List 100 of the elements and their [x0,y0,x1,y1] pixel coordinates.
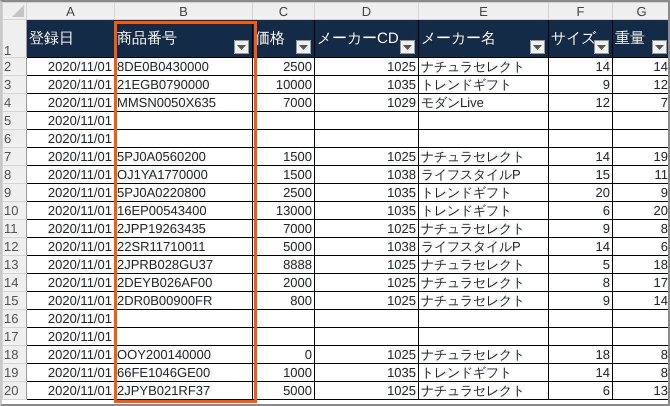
caret-icon [533,44,542,50]
table-cell: 14 [548,58,612,76]
row-number[interactable]: 1 [2,20,26,58]
table-cell: 1500 [252,148,314,166]
table-cell: 9 [548,292,612,310]
row-number[interactable]: 14 [2,274,26,292]
row-number[interactable]: 6 [2,130,26,148]
table-cell: 1025 [314,274,418,292]
table-cell: トレンドギフト [418,202,548,220]
table-cell: 12 [548,94,612,112]
table-cell: 13000 [252,202,314,220]
table-cell: ナチュラセレクト [418,292,548,310]
column-letter[interactable]: D [314,2,418,20]
table-cell: トレンドギフト [418,364,548,382]
table-cell: 10000 [252,76,314,94]
column-letter[interactable]: E [418,2,548,20]
table-cell: 1035 [314,76,418,94]
table-cell: 21EGB0790000 [114,76,252,94]
table-cell: OOY200140000 [114,346,252,364]
table-cell: 2DEYB026AF00 [114,274,252,292]
caret-icon [299,44,308,50]
column-letter[interactable]: F [548,2,612,20]
column-header: サイズ [551,30,596,47]
table-cell: 2JPRB028GU37 [114,256,252,274]
table-cell: トレンドギフト [418,76,548,94]
table-cell: 1025 [314,382,418,400]
table-cell: 5000 [252,238,314,256]
table-cell: 2JPP19263435 [114,220,252,238]
table-cell: ナチュラセレクト [418,274,548,292]
filter-button[interactable] [594,40,609,54]
row-number[interactable]: 20 [2,382,26,400]
table-cell: 6 [548,202,612,220]
table-cell: 0 [252,346,314,364]
table-cell: 1500 [252,166,314,184]
table-cell: 2500 [252,58,314,76]
row-number[interactable]: 8 [2,166,26,184]
table-cell: 1025 [314,220,418,238]
table-cell: 20 [548,184,612,202]
table-cell: 22SR11710011 [114,238,252,256]
table-cell: 1025 [314,256,418,274]
table-cell: 8DE0B0430000 [114,58,252,76]
column-letter[interactable]: C [252,2,314,20]
table-cell: 5000 [252,382,314,400]
table-cell: ライフスタイルP [418,166,548,184]
table-cell: 15 [548,166,612,184]
table-cell: 1025 [314,58,418,76]
row-number[interactable]: 16 [2,310,26,328]
filter-button[interactable] [400,40,415,54]
caret-icon [597,44,606,50]
column-header: 価格 [255,30,285,47]
row-number[interactable]: 10 [2,202,26,220]
filter-button[interactable] [296,40,311,54]
table-cell: ナチュラセレクト [418,256,548,274]
filter-button[interactable] [234,40,249,54]
table-cell: 2000 [252,274,314,292]
table-cell: 66FE1046GE00 [114,364,252,382]
column-header: 商品番号 [117,30,177,47]
row-number[interactable]: 15 [2,292,26,310]
table-cell: 7000 [252,220,314,238]
table-cell: 1025 [314,148,418,166]
row-number[interactable]: 2 [2,58,26,76]
table-cell: 2DR0B00900FR [114,292,252,310]
row-number[interactable]: 3 [2,76,26,94]
column-letter[interactable]: B [114,2,252,20]
caret-icon [403,44,412,50]
filter-button[interactable] [652,40,667,54]
row-number[interactable]: 13 [2,256,26,274]
caret-icon [655,44,664,50]
table-cell: 2500 [252,184,314,202]
row-number[interactable]: 7 [2,148,26,166]
row-number[interactable]: 17 [2,328,26,346]
table-cell: ライフスタイルP [418,238,548,256]
table-cell: 2JPYB021RF37 [114,382,252,400]
table-cell: OJ1YA1770000 [114,166,252,184]
table-cell: 5 [548,256,612,274]
row-number[interactable]: 11 [2,220,26,238]
table-cell: ナチュラセレクト [418,346,548,364]
row-number[interactable]: 19 [2,364,26,382]
table-cell: トレンドギフト [418,184,548,202]
filter-button[interactable] [530,40,545,54]
row-number[interactable]: 4 [2,94,26,112]
row-number[interactable]: 12 [2,238,26,256]
row-number[interactable]: 9 [2,184,26,202]
table-cell: 1000 [252,364,314,382]
table-cell: 18 [548,346,612,364]
table-cell: ナチュラセレクト [418,148,548,166]
column-letter[interactable]: A [26,2,114,20]
table-cell: 1035 [314,364,418,382]
row-number[interactable]: 18 [2,346,26,364]
table-cell: 1038 [314,166,418,184]
table-cell: 14 [548,148,612,166]
row-number[interactable]: 5 [2,112,26,130]
table-cell: ナチュラセレクト [418,220,548,238]
table-cell: 8888 [252,256,314,274]
column-header: 重量 [615,30,645,47]
table-cell: 1038 [314,238,418,256]
column-letter[interactable]: G [612,2,668,20]
table-cell: ナチュラセレクト [418,58,548,76]
table-cell: 1035 [314,184,418,202]
table-cell: 5PJ0A0560200 [114,148,252,166]
